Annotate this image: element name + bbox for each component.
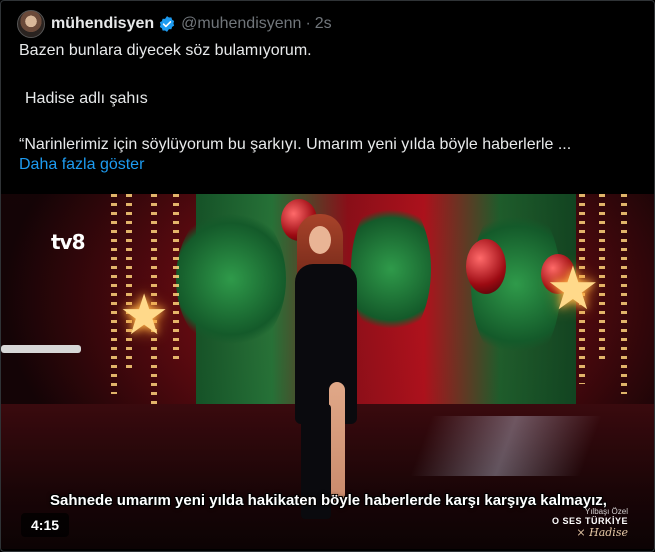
ornament-ball <box>466 239 506 294</box>
star-decoration-icon: ★ <box>546 255 600 322</box>
watermark-line: × Hadise <box>576 526 628 539</box>
avatar[interactable] <box>17 10 45 38</box>
video-player[interactable]: ★ ★ tv8 Sahnede umarım yeni yılda hakika… <box>1 194 654 549</box>
performer-leg <box>329 382 345 502</box>
tweet-line: Bazen bunlara diyecek söz bulamıyorum. <box>19 42 312 59</box>
tweet-card[interactable]: mühendisyen @muhendisyenn · 2s Bazen bun… <box>0 0 655 552</box>
watermark-line: Yılbaşı Özel <box>584 507 628 516</box>
performer-face <box>309 226 331 254</box>
verified-badge-icon <box>160 16 175 32</box>
string-lights <box>173 194 179 364</box>
tree-decoration <box>176 204 286 354</box>
separator-dot: · <box>305 15 311 32</box>
performer-dress <box>295 264 357 424</box>
tweet-line: “Narinlerimiz için söylüyorum bu şarkıyı… <box>19 136 572 153</box>
show-more-link[interactable]: Daha fazla göster <box>19 155 144 175</box>
tweet-header: mühendisyen @muhendisyenn · 2s <box>17 9 332 39</box>
tv8-logo: tv8 <box>51 230 86 254</box>
timestamp[interactable]: 2s <box>315 15 332 33</box>
video-duration: 4:15 <box>21 513 70 537</box>
tree-decoration <box>351 194 431 344</box>
display-name[interactable]: mühendisyen <box>51 15 154 33</box>
string-lights <box>621 194 627 394</box>
floor-reflection <box>410 416 602 476</box>
tweet-line: Hadise adlı şahıs <box>25 90 148 107</box>
star-decoration-icon: ★ <box>119 283 170 346</box>
video-progress-indicator <box>1 345 81 353</box>
watermark-line: O SES TÜRKİYE <box>551 516 628 526</box>
user-handle[interactable]: @muhendisyenn <box>181 15 301 33</box>
string-lights <box>111 194 117 394</box>
show-watermark: Yılbaşı Özel O SES TÜRKİYE × Hadise <box>552 507 628 539</box>
